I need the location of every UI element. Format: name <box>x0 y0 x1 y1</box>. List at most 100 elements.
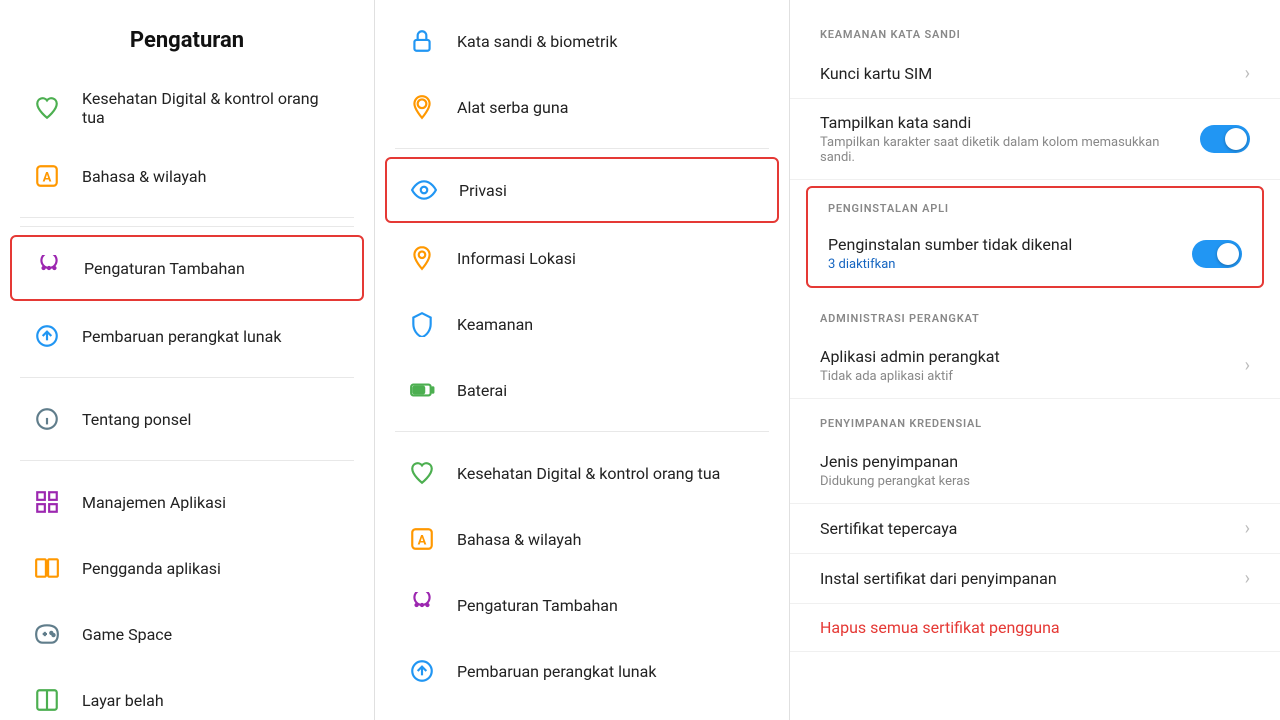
chevron-icon: › <box>1245 355 1250 376</box>
item-text-block: Hapus semua sertifikat pengguna <box>820 618 1250 637</box>
left-item-label: Pembaruan perangkat lunak <box>82 327 281 346</box>
chevron-icon: › <box>1245 63 1250 84</box>
left-item-label: Game Space <box>82 625 172 644</box>
left-item-pengganda[interactable]: Pengganda aplikasi <box>0 535 374 601</box>
left-item-tentang[interactable]: Tentang ponsel <box>0 386 374 452</box>
left-item-layar[interactable]: Layar belah <box>0 667 374 720</box>
middle-item-alat-serba[interactable]: Alat serba guna <box>375 74 789 140</box>
item-subtitle: Tidak ada aplikasi aktif <box>820 369 1235 384</box>
svg-text:A: A <box>418 533 427 548</box>
left-item-label: Tentang ponsel <box>82 410 191 429</box>
item-text-block: Sertifikat tepercaya <box>820 519 1235 538</box>
right-item-jenis-penyimpanan[interactable]: Jenis penyimpanan Didukung perangkat ker… <box>790 438 1280 504</box>
middle-item-informasi-lokasi[interactable]: Informasi Lokasi <box>375 225 789 291</box>
middle-item-label: Bahasa & wilayah <box>457 530 581 549</box>
dots-icon <box>32 251 66 285</box>
item-title: Kunci kartu SIM <box>820 64 1235 83</box>
left-item-pengaturan-tambahan[interactable]: Pengaturan Tambahan <box>10 235 364 301</box>
left-item-label: Bahasa & wilayah <box>82 167 206 186</box>
info-icon <box>30 402 64 436</box>
middle-item-pengaturan2[interactable]: Pengaturan Tambahan <box>375 572 789 638</box>
heart-icon <box>30 91 64 125</box>
privacy-eye-icon <box>407 173 441 207</box>
right-item-penginstalan-sumber[interactable]: Penginstalan sumber tidak dikenal 3 diak… <box>808 221 1262 286</box>
middle-item-label: Baterai <box>457 381 507 400</box>
left-item-label: Manajemen Aplikasi <box>82 493 226 512</box>
svg-text:A: A <box>43 170 52 185</box>
middle-item-label: Kata sandi & biometrik <box>457 32 617 51</box>
middle-item-label: Pembaruan perangkat lunak <box>457 662 656 681</box>
left-panel: Pengaturan Kesehatan Digital & kontrol o… <box>0 0 375 720</box>
middle-item-baterai[interactable]: Baterai <box>375 357 789 423</box>
item-title: Sertifikat tepercaya <box>820 519 1235 538</box>
left-item-gamespace[interactable]: Game Space <box>0 601 374 667</box>
chevron-icon: › <box>1245 568 1250 589</box>
right-item-tampilkan-kata[interactable]: Tampilkan kata sandi Tampilkan karakter … <box>790 99 1280 180</box>
item-title: Hapus semua sertifikat pengguna <box>820 618 1250 637</box>
middle-item-bahasa2[interactable]: A Bahasa & wilayah <box>375 506 789 572</box>
section-header-keamanan-kata-sandi: KEAMANAN KATA SANDI <box>790 10 1280 49</box>
middle-item-label: Kesehatan Digital & kontrol orang tua <box>457 464 720 483</box>
chevron-icon: › <box>1245 518 1250 539</box>
item-text-block: Aplikasi admin perangkat Tidak ada aplik… <box>820 347 1235 384</box>
right-item-aplikasi-admin[interactable]: Aplikasi admin perangkat Tidak ada aplik… <box>790 333 1280 399</box>
location-icon <box>405 241 439 275</box>
lock-icon <box>405 24 439 58</box>
middle-item-label: Pengaturan Tambahan <box>457 596 618 615</box>
arrow-up-circle-icon <box>30 319 64 353</box>
middle-item-label: Informasi Lokasi <box>457 249 576 268</box>
shield-icon <box>405 307 439 341</box>
split-screen-icon <box>30 683 64 717</box>
middle-item-keamanan[interactable]: Keamanan <box>375 291 789 357</box>
left-item-label: Pengganda aplikasi <box>82 559 221 578</box>
toggle-tampilkan-kata[interactable] <box>1200 125 1250 153</box>
right-panel: KEAMANAN KATA SANDI Kunci kartu SIM › Ta… <box>790 0 1280 720</box>
item-title: Aplikasi admin perangkat <box>820 347 1235 366</box>
dual-window-icon <box>30 551 64 585</box>
section-header-administrasi-perangkat: ADMINISTRASI PERANGKAT <box>790 294 1280 333</box>
a-box-icon: A <box>30 159 64 193</box>
toggle-penginstalan-sumber[interactable] <box>1192 240 1242 268</box>
item-text-block: Kunci kartu SIM <box>820 64 1235 83</box>
left-item-bahasa[interactable]: A Bahasa & wilayah <box>0 143 374 209</box>
left-item-kesehatan[interactable]: Kesehatan Digital & kontrol orang tua <box>0 73 374 143</box>
item-text-block: Instal sertifikat dari penyimpanan <box>820 569 1235 588</box>
dots2-icon <box>405 588 439 622</box>
middle-item-label: Alat serba guna <box>457 98 568 117</box>
item-title: Tampilkan kata sandi <box>820 113 1190 132</box>
middle-item-label: Keamanan <box>457 315 533 334</box>
gamepad-icon <box>30 617 64 651</box>
item-text-block: Penginstalan sumber tidak dikenal 3 diak… <box>828 235 1182 272</box>
a-box2-icon: A <box>405 522 439 556</box>
page-title: Pengaturan <box>0 0 374 73</box>
heart2-icon <box>405 456 439 490</box>
arrow-up2-icon <box>405 654 439 688</box>
item-title: Instal sertifikat dari penyimpanan <box>820 569 1235 588</box>
left-item-label: Kesehatan Digital & kontrol orang tua <box>82 89 344 127</box>
section-penginstalan-apli: PENGINSTALAN APLI Penginstalan sumber ti… <box>806 186 1264 288</box>
right-item-sertifikat-tepercaya[interactable]: Sertifikat tepercaya › <box>790 504 1280 554</box>
middle-item-kesehatan2[interactable]: Kesehatan Digital & kontrol orang tua <box>375 440 789 506</box>
item-text-block: Tampilkan kata sandi Tampilkan karakter … <box>820 113 1190 165</box>
item-subtitle: Didukung perangkat keras <box>820 474 1250 489</box>
middle-panel: Kata sandi & biometrik Alat serba guna P… <box>375 0 790 720</box>
right-item-kunci-kartu[interactable]: Kunci kartu SIM › <box>790 49 1280 99</box>
item-subtitle: 3 diaktifkan <box>828 257 1182 272</box>
right-item-hapus-semua[interactable]: Hapus semua sertifikat pengguna <box>790 604 1280 652</box>
left-item-manajemen[interactable]: Manajemen Aplikasi <box>0 469 374 535</box>
item-text-block: Jenis penyimpanan Didukung perangkat ker… <box>820 452 1250 489</box>
middle-item-tentang2[interactable]: Tentang ponsel <box>375 704 789 720</box>
item-subtitle: Tampilkan karakter saat diketik dalam ko… <box>820 135 1190 165</box>
location-pin-icon <box>405 90 439 124</box>
left-item-label: Layar belah <box>82 691 164 710</box>
section-header-penginstalan-apli: PENGINSTALAN APLI <box>808 188 1262 221</box>
middle-item-privasi[interactable]: Privasi <box>385 157 779 223</box>
section-header-penyimpanan-kredensial: PENYIMPANAN KREDENSIAL <box>790 399 1280 438</box>
battery-icon <box>405 373 439 407</box>
grid-icon <box>30 485 64 519</box>
left-item-pembaruan[interactable]: Pembaruan perangkat lunak <box>0 303 374 369</box>
left-item-label: Pengaturan Tambahan <box>84 259 245 278</box>
middle-item-pembaruan2[interactable]: Pembaruan perangkat lunak <box>375 638 789 704</box>
middle-item-kata-sandi[interactable]: Kata sandi & biometrik <box>375 8 789 74</box>
right-item-instal-sertifikat[interactable]: Instal sertifikat dari penyimpanan › <box>790 554 1280 604</box>
